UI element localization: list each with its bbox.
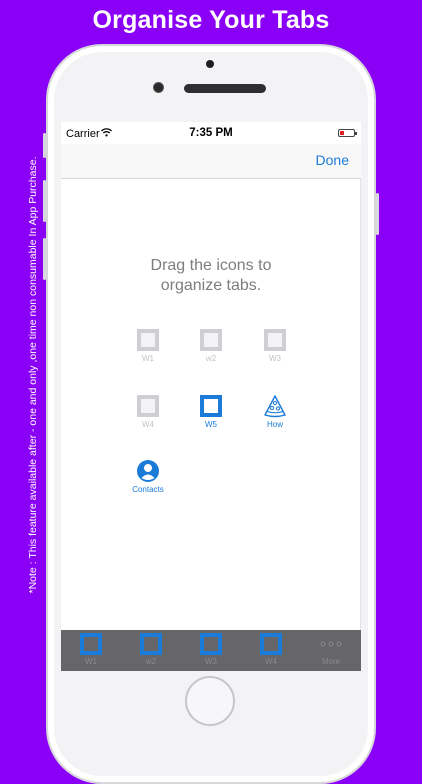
tab-bar-label: W4 [265, 657, 277, 666]
grid-item-w2[interactable]: w2 [188, 328, 234, 363]
tab-bar-label: w2 [145, 657, 157, 666]
grid-item-w1[interactable]: W1 [125, 328, 171, 363]
customize-tabs-area: Drag the icons to organize tabs. W1 w2 W… [61, 179, 361, 630]
instruction-text: Drag the icons to organize tabs. [61, 256, 361, 296]
grid-item-label: W3 [269, 354, 281, 363]
volume-up-button [43, 180, 46, 222]
purchase-note: *Note : This feature available after - o… [23, 157, 43, 594]
content-divider [360, 179, 361, 630]
window-icon [200, 395, 222, 417]
contact-person-icon [137, 460, 159, 482]
home-button[interactable] [185, 676, 235, 726]
pizza-slice-icon [264, 395, 286, 418]
volume-down-button [43, 238, 46, 280]
grid-item-w3[interactable]: W3 [252, 328, 298, 363]
phone-screen: Carrier 7:35 PM Done Drag the icons to o… [61, 122, 361, 671]
grid-item-label: W5 [205, 420, 217, 429]
status-bar: Carrier 7:35 PM [61, 122, 361, 144]
banner-title: Organise Your Tabs [92, 6, 330, 34]
grid-item-label: How [266, 420, 283, 429]
tab-bar-item-w2[interactable]: w2 [131, 632, 171, 666]
window-icon [200, 633, 222, 655]
purchase-note-text: *Note : This feature available after - o… [27, 156, 39, 594]
window-icon [137, 329, 159, 351]
tab-bar-item-w1[interactable]: W1 [71, 632, 111, 666]
proximity-sensor [206, 60, 214, 68]
grid-item-label: w2 [205, 354, 217, 363]
instruction-line-1: Drag the icons to [150, 257, 272, 274]
battery-icon [338, 129, 357, 137]
status-time: 7:35 PM [189, 127, 233, 139]
tab-bar-label: More [321, 657, 341, 666]
instruction-line-2: organize tabs. [160, 277, 262, 294]
window-icon [140, 633, 162, 655]
mute-switch [43, 133, 46, 158]
grid-item-w5[interactable]: W5 [188, 394, 234, 429]
window-icon [137, 395, 159, 417]
tab-bar-label: W1 [85, 657, 97, 666]
tab-bar-item-w3[interactable]: W3 [191, 632, 231, 666]
done-button[interactable]: Done [316, 152, 349, 168]
grid-item-label: W4 [142, 420, 154, 429]
window-icon [264, 329, 286, 351]
tab-bar-label: W3 [205, 657, 217, 666]
tab-bar-item-w4[interactable]: W4 [251, 632, 291, 666]
window-icon [200, 329, 222, 351]
front-camera [153, 82, 164, 93]
grid-item-label: Contacts [132, 485, 164, 494]
grid-item-contacts[interactable]: Contacts [125, 459, 171, 494]
navigation-bar: Done [61, 144, 361, 179]
grid-item-how[interactable]: How [252, 394, 298, 429]
power-button [376, 193, 379, 235]
window-icon [80, 633, 102, 655]
grid-item-label: W1 [142, 354, 154, 363]
tab-bar-item-more[interactable]: More [311, 632, 351, 666]
battery-level [340, 131, 344, 135]
tab-bar: W1 w2 W3 W4 More [61, 630, 361, 671]
window-icon [260, 633, 282, 655]
earpiece-speaker [184, 84, 266, 93]
more-dots-icon [320, 641, 342, 647]
grid-item-w4[interactable]: W4 [125, 394, 171, 429]
